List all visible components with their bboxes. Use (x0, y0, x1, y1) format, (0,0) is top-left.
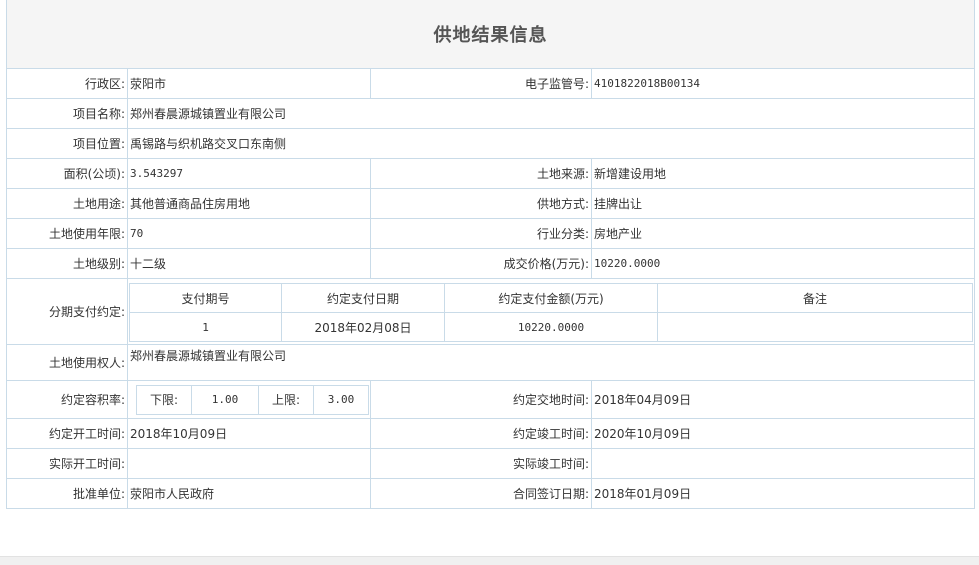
table-row: 1 2018年02月08日 10220.0000 (129, 312, 973, 342)
industry-value: 房地产业 (594, 227, 643, 241)
land-grade-value: 十二级 (128, 249, 371, 278)
actual-start-value (128, 449, 371, 478)
title-bar: 供地结果信息 (7, 0, 974, 69)
row-land-grade: 土地级别: 十二级 成交价格(万元): 10220.0000 (7, 249, 974, 279)
row-use-years: 土地使用年限: 70 行业分类: 房地产业 (7, 219, 974, 249)
installment-header-row: 支付期号 约定支付日期 约定支付金额(万元) 备注 (129, 283, 973, 313)
use-years-label: 土地使用年限: (7, 219, 128, 248)
district-value: 荥阳市 (128, 69, 371, 98)
row-area: 面积(公顷): 3.543297 土地来源: 新增建设用地 (7, 159, 974, 189)
start-time-value: 2018年10月09日 (128, 419, 371, 448)
area-label: 面积(公顷): (7, 159, 128, 188)
page-title: 供地结果信息 (433, 25, 548, 46)
plot-ratio-upper-label: 上限: (258, 384, 314, 415)
finish-time-value: 2020年10月09日 (594, 427, 692, 441)
plot-ratio-label: 约定容积率: (7, 381, 128, 418)
land-grade-label: 土地级别: (7, 249, 128, 278)
industry-label: 行业分类: (371, 219, 592, 248)
installment-cell: 2018年02月08日 (281, 312, 445, 342)
plot-ratio-upper-value: 3.00 (313, 384, 369, 415)
project-name-label: 项目名称: (7, 99, 128, 128)
row-project-name: 项目名称: 郑州春晨源城镇置业有限公司 (7, 99, 974, 129)
actual-finish-value (592, 449, 974, 478)
plot-ratio-box: 下限: 1.00 上限: 3.00 (128, 381, 371, 418)
row-land-user: 土地使用权人: 郑州春晨源城镇置业有限公司 (7, 345, 974, 381)
land-source-label: 土地来源: (371, 159, 592, 188)
delivery-time-label: 约定交地时间: (371, 381, 592, 418)
land-source-value: 新增建设用地 (594, 167, 667, 181)
row-installment: 分期支付约定: 支付期号 约定支付日期 约定支付金额(万元) 备注 1 2018… (7, 279, 974, 345)
supervision-no-label: 电子监管号: (371, 69, 592, 98)
actual-start-label: 实际开工时间: (7, 449, 128, 478)
installment-cell: 1 (129, 312, 282, 342)
project-name-value: 郑州春晨源城镇置业有限公司 (130, 107, 287, 121)
installment-header: 备注 (657, 283, 973, 313)
use-years-value: 70 (128, 219, 371, 248)
installment-header: 约定支付金额(万元) (444, 283, 658, 313)
contract-date-label: 合同签订日期: (371, 479, 592, 508)
row-project-location: 项目位置: 禹锡路与织机路交叉口东南侧 (7, 129, 974, 159)
installment-cell: 10220.0000 (444, 312, 658, 342)
district-label: 行政区: (7, 69, 128, 98)
row-start-time: 约定开工时间: 2018年10月09日 约定竣工时间: 2020年10月09日 (7, 419, 974, 449)
deal-price-value: 10220.0000 (594, 257, 661, 270)
installment-header: 支付期号 (129, 283, 282, 313)
installment-label: 分期支付约定: (7, 279, 128, 344)
plot-ratio-lower-label: 下限: (136, 384, 192, 415)
start-time-label: 约定开工时间: (7, 419, 128, 448)
row-plot-ratio: 约定容积率: 下限: 1.00 上限: 3.00 约定交地时间: 2018年04… (7, 381, 974, 419)
land-user-label: 土地使用权人: (7, 345, 128, 380)
supervision-no-value: 4101822018B00134 (594, 77, 700, 90)
project-location-value: 禹锡路与织机路交叉口东南侧 (130, 137, 287, 151)
land-use-label: 土地用途: (7, 189, 128, 218)
plot-ratio-lower-value: 1.00 (191, 384, 259, 415)
installment-table-cell: 支付期号 约定支付日期 约定支付金额(万元) 备注 1 2018年02月08日 … (128, 279, 974, 344)
project-location-label: 项目位置: (7, 129, 128, 158)
supply-method-value: 挂牌出让 (594, 197, 643, 211)
installment-header: 约定支付日期 (281, 283, 445, 313)
supply-method-label: 供地方式: (371, 189, 592, 218)
land-supply-panel: 供地结果信息 行政区: 荥阳市 电子监管号: 4101822018B00134 … (6, 0, 975, 509)
row-district: 行政区: 荥阳市 电子监管号: 4101822018B00134 (7, 69, 974, 99)
actual-finish-label: 实际竣工时间: (371, 449, 592, 478)
land-use-value: 其他普通商品住房用地 (128, 189, 371, 218)
row-approval: 批准单位: 荥阳市人民政府 合同签订日期: 2018年01月09日 (7, 479, 974, 509)
finish-time-label: 约定竣工时间: (371, 419, 592, 448)
approval-unit-value: 荥阳市人民政府 (128, 479, 371, 508)
row-land-use: 土地用途: 其他普通商品住房用地 供地方式: 挂牌出让 (7, 189, 974, 219)
land-user-value: 郑州春晨源城镇置业有限公司 (130, 349, 287, 363)
installment-table: 支付期号 约定支付日期 约定支付金额(万元) 备注 1 2018年02月08日 … (129, 283, 973, 342)
installment-cell (657, 312, 973, 342)
plot-ratio-table: 下限: 1.00 上限: 3.00 (136, 384, 369, 415)
approval-unit-label: 批准单位: (7, 479, 128, 508)
area-value: 3.543297 (128, 159, 371, 188)
delivery-time-value: 2018年04月09日 (594, 393, 692, 407)
contract-date-value: 2018年01月09日 (594, 487, 692, 501)
deal-price-label: 成交价格(万元): (371, 249, 592, 278)
row-actual-start: 实际开工时间: 实际竣工时间: (7, 449, 974, 479)
